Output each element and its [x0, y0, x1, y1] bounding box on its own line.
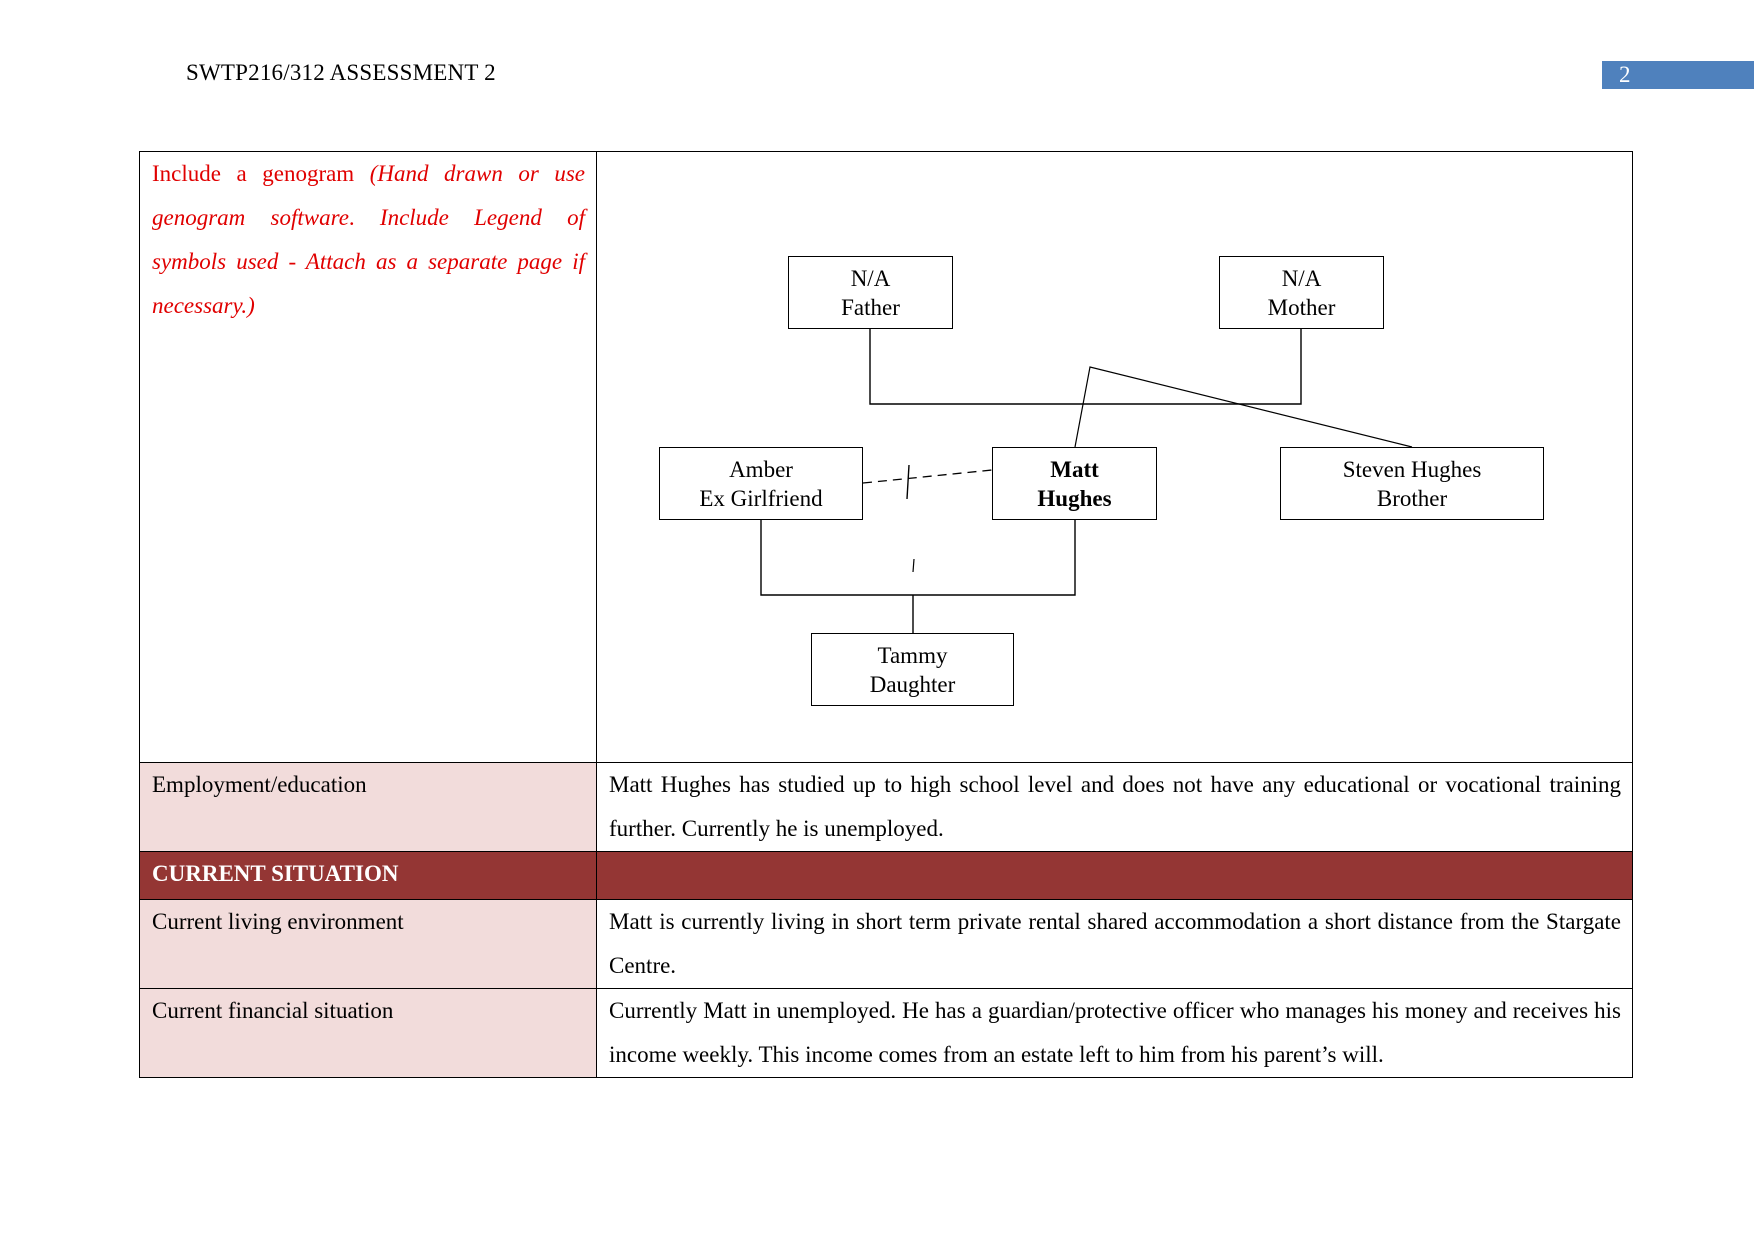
living-environment-row: Current living environment Matt is curre…: [139, 899, 1633, 989]
genogram-row: Include a genogram (Hand drawn or use ge…: [139, 151, 1633, 763]
employment-row: Employment/education Matt Hughes has stu…: [139, 762, 1633, 852]
couple-child-line: [760, 520, 1076, 596]
living-environment-label: Current living environment: [139, 899, 597, 989]
employment-label: Employment/education: [139, 762, 597, 852]
page-number-badge: 2: [1602, 61, 1754, 89]
current-situation-header-row: CURRENT SITUATION: [139, 851, 1633, 900]
ex-relationship-dashed-line: [862, 469, 993, 484]
genogram-person-tammy: Tammy Daughter: [811, 633, 1014, 706]
tammy-child-line-tick: [912, 558, 915, 573]
genogram-person-matt: Matt Hughes: [992, 447, 1157, 520]
financial-situation-value: Currently Matt in unemployed. He has a g…: [596, 988, 1633, 1078]
genogram-person-steven: Steven Hughes Brother: [1280, 447, 1544, 520]
siblings-connector-line: [1074, 366, 1413, 448]
separation-slash: [906, 464, 910, 500]
financial-situation-row: Current financial situation Currently Ma…: [139, 988, 1633, 1078]
genogram-person-father: N/A Father: [788, 256, 953, 329]
genogram-person-amber: Amber Ex Girlfriend: [659, 447, 863, 520]
living-environment-value: Matt is currently living in short term p…: [596, 899, 1633, 989]
financial-situation-label: Current financial situation: [139, 988, 597, 1078]
employment-value: Matt Hughes has studied up to high schoo…: [596, 762, 1633, 852]
current-situation-header-empty: [596, 851, 1633, 900]
current-situation-header: CURRENT SITUATION: [139, 851, 597, 900]
genogram-instruction: Include a genogram (Hand drawn or use ge…: [139, 151, 597, 763]
genogram-cell: N/A Father N/A Mother Amber Ex Girlfrien…: [596, 151, 1633, 763]
assessment-table: Include a genogram (Hand drawn or use ge…: [139, 151, 1633, 1078]
document-header-title: SWTP216/312 ASSESSMENT 2: [186, 60, 496, 85]
genogram-person-mother: N/A Mother: [1219, 256, 1384, 329]
